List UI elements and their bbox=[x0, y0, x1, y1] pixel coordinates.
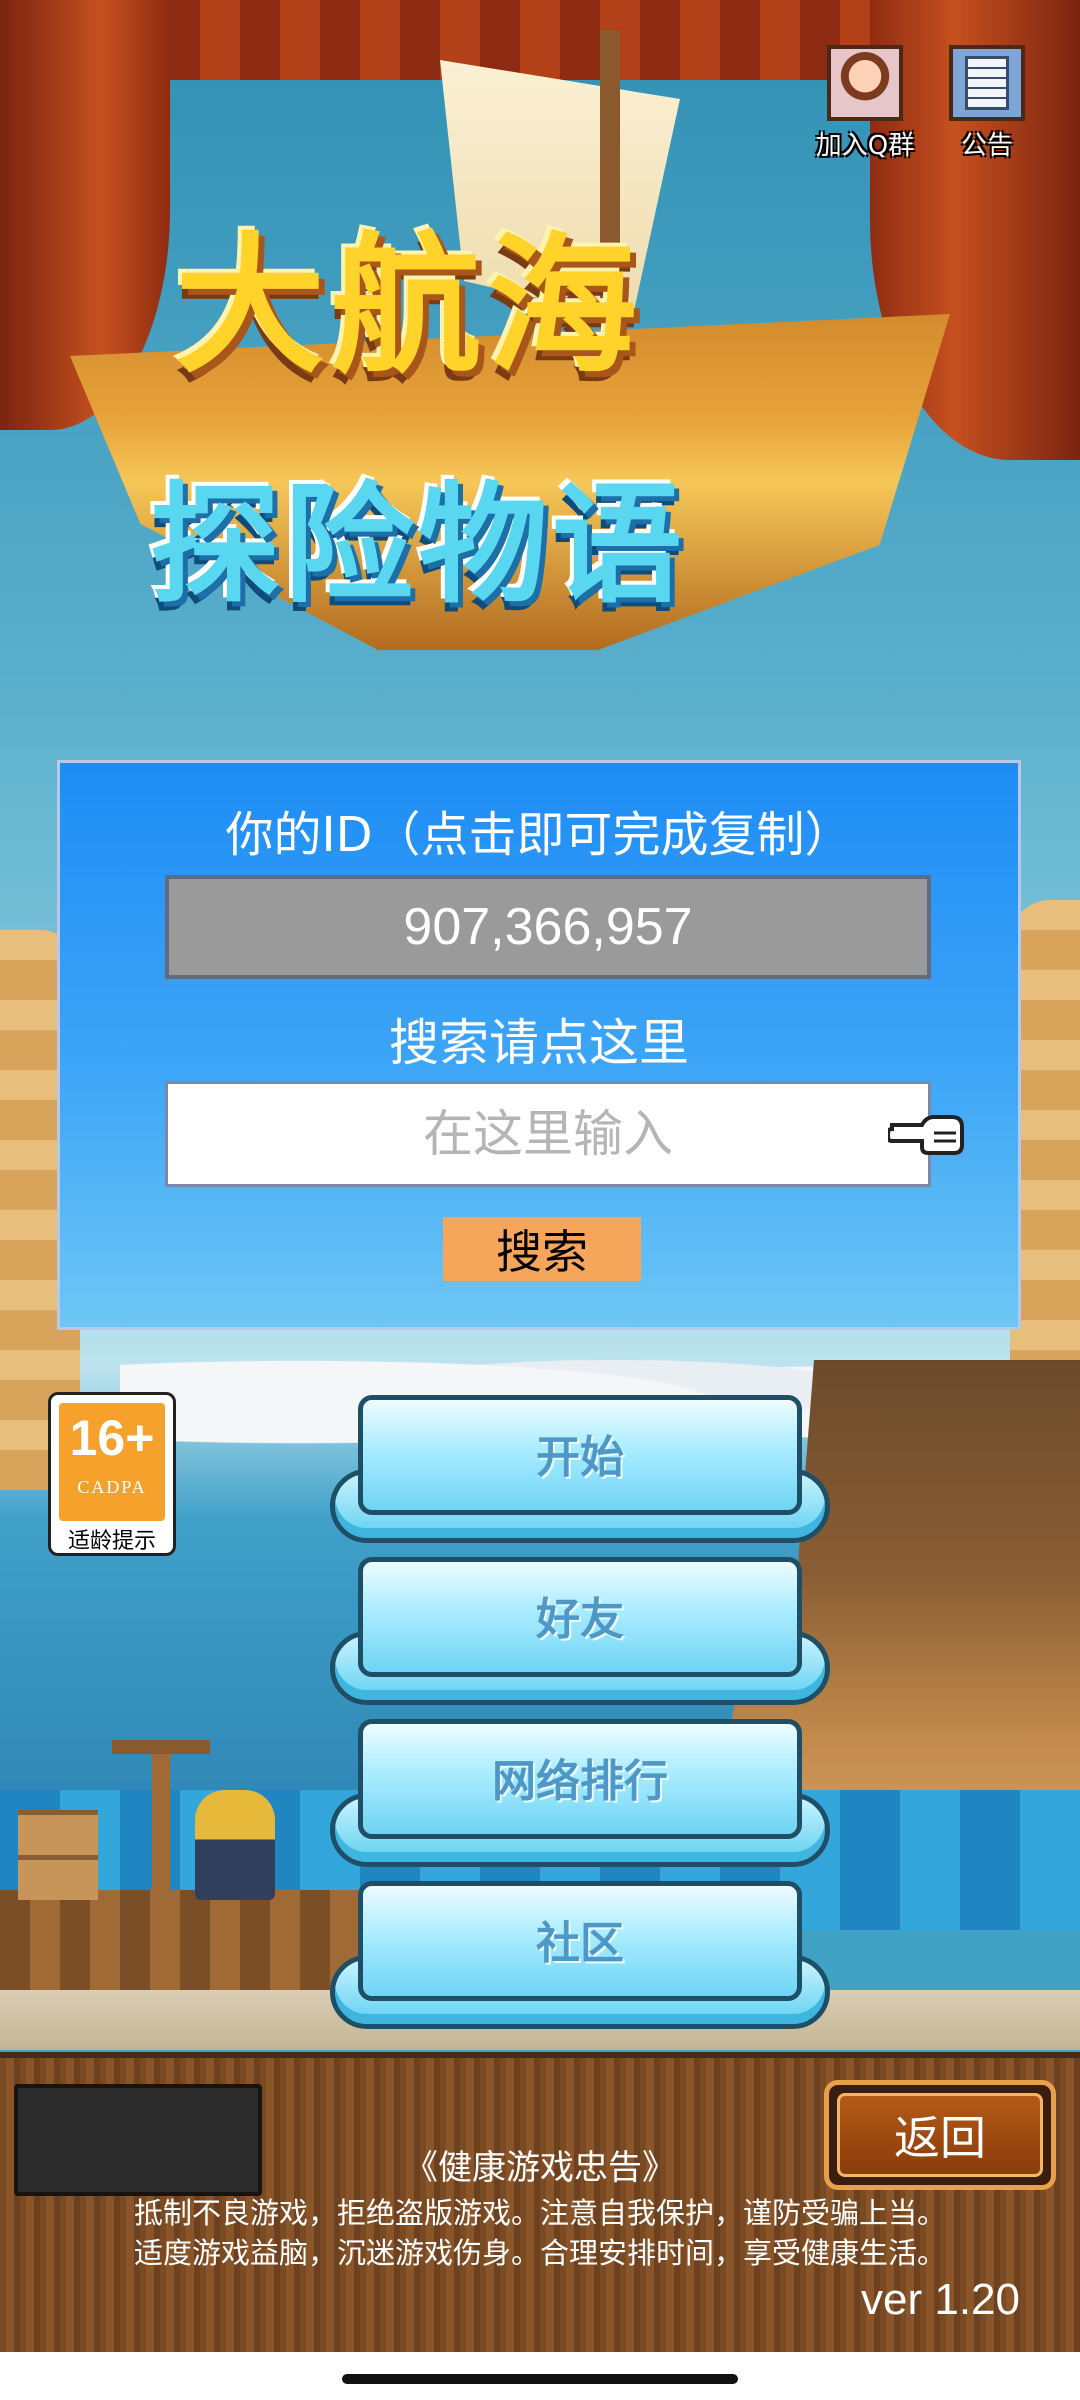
logo-subtitle: 探险物语 bbox=[150, 469, 687, 621]
qq-group-label: 加入Q群 bbox=[815, 131, 915, 161]
dock-crane bbox=[152, 1740, 170, 1910]
start-button-label: 开始 bbox=[536, 1432, 624, 1483]
notice-button[interactable]: 公告 bbox=[945, 45, 1029, 162]
home-indicator[interactable] bbox=[342, 2374, 738, 2384]
age-rating-number: 16+ bbox=[69, 1410, 155, 1466]
qq-avatar-icon bbox=[827, 45, 903, 121]
notice-document-icon bbox=[949, 45, 1025, 121]
player-id-field[interactable]: 907,366,957 bbox=[165, 875, 931, 979]
search-button[interactable]: 搜索 bbox=[443, 1217, 641, 1281]
id-panel-title[interactable]: 你的ID（点击即可完成复制） bbox=[60, 795, 1018, 865]
community-button[interactable]: 社区 bbox=[330, 1881, 830, 2029]
ranking-button-label: 网络排行 bbox=[492, 1756, 668, 1807]
health-advice-line-1: 抵制不良游戏，拒绝盗版游戏。注意自我保护，谨防受骗上当。 bbox=[133, 2196, 946, 2230]
qq-group-button[interactable]: 加入Q群 bbox=[816, 45, 914, 162]
dock-crane-arm bbox=[112, 1740, 210, 1754]
search-hint-label: 搜索请点这里 bbox=[389, 1014, 689, 1072]
logo-title: 大航海 bbox=[175, 220, 644, 394]
age-rating-tip: 适龄提示 bbox=[67, 1529, 156, 1554]
start-button[interactable]: 开始 bbox=[330, 1395, 830, 1543]
age-rating-org: CADPA bbox=[77, 1477, 147, 1497]
friends-button[interactable]: 好友 bbox=[330, 1557, 830, 1705]
search-input[interactable] bbox=[165, 1081, 931, 1187]
ranking-button[interactable]: 网络排行 bbox=[330, 1719, 830, 1867]
community-button-label: 社区 bbox=[536, 1918, 624, 1969]
friends-button-label: 好友 bbox=[536, 1594, 624, 1645]
age-rating-badge: 16+ CADPA 适龄提示 bbox=[48, 1392, 176, 1556]
pointing-hand-icon bbox=[888, 1115, 964, 1155]
knight-character bbox=[195, 1790, 275, 1900]
notice-label: 公告 bbox=[960, 131, 1013, 161]
cargo-crates bbox=[18, 1810, 98, 1900]
health-advice-line-2: 适度游戏益脑，沉迷游戏伤身。合理安排时间，享受健康生活。 bbox=[133, 2236, 946, 2270]
id-search-panel: 你的ID（点击即可完成复制） 907,366,957 搜索请点这里 搜索 bbox=[57, 760, 1021, 1330]
wooden-dock bbox=[0, 1890, 360, 2000]
health-advice-title: 《健康游戏忠告》 bbox=[404, 2148, 676, 2188]
version-label: ver 1.20 bbox=[861, 2275, 1020, 2324]
